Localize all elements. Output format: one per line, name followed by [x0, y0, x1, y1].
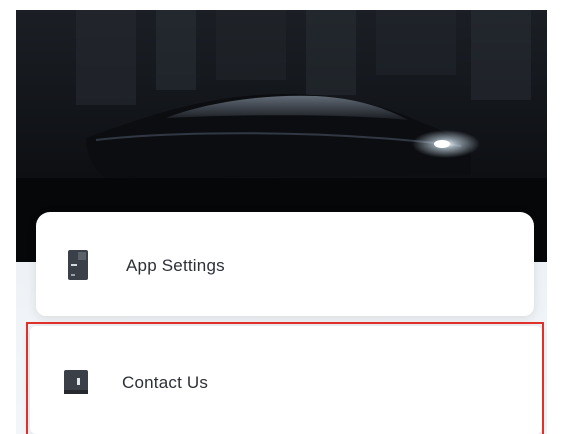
menu-item-label: Contact Us: [122, 373, 209, 392]
contact-book-icon: [64, 370, 88, 394]
menu-item-label: App Settings: [126, 256, 225, 275]
settings-page-icon: [68, 250, 88, 280]
app-screen: App Settings Contact Us: [0, 0, 566, 434]
menu-item-contact-us[interactable]: Contact Us: [30, 326, 542, 434]
menu-item-app-settings[interactable]: App Settings: [36, 212, 534, 316]
